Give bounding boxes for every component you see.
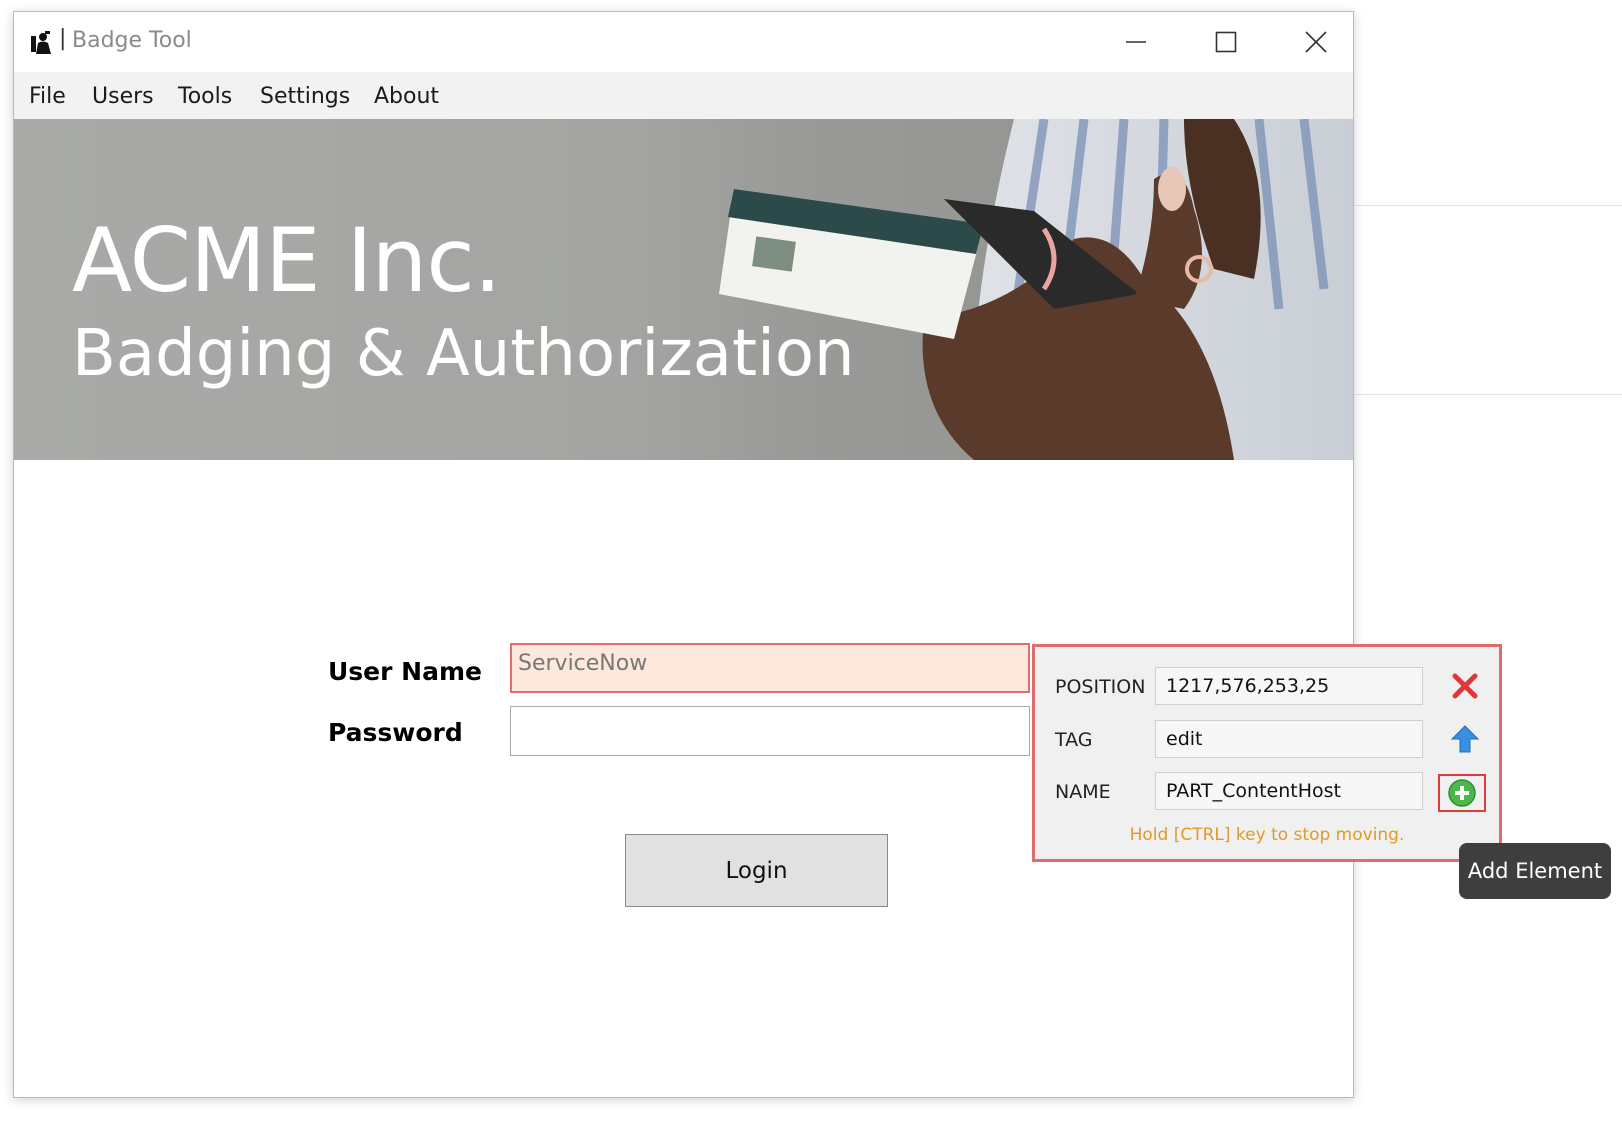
menu-about[interactable]: About: [374, 84, 439, 109]
menu-users[interactable]: Users: [92, 84, 154, 109]
banner-company-name: ACME Inc.: [72, 209, 502, 312]
title-bar[interactable]: | Badge Tool: [14, 12, 1353, 72]
close-icon: [1305, 31, 1327, 53]
add-element-tooltip: Add Element: [1459, 843, 1611, 899]
background-line-bottom: [1352, 394, 1622, 395]
menu-settings[interactable]: Settings: [260, 84, 350, 109]
password-input[interactable]: [510, 706, 1030, 756]
menu-tools[interactable]: Tools: [178, 84, 232, 109]
hero-banner: ACME Inc. Badging & Authorization: [14, 119, 1353, 460]
maximize-icon: [1215, 31, 1237, 53]
username-label: User Name: [328, 657, 482, 686]
login-button[interactable]: Login: [625, 834, 888, 907]
up-arrow-icon: [1450, 725, 1480, 753]
close-button[interactable]: [1286, 22, 1346, 62]
element-inspector-panel: POSITION 1217,576,253,25 TAG edit NAME P…: [1032, 644, 1502, 862]
maximize-button[interactable]: [1196, 22, 1256, 62]
username-input[interactable]: ServiceNow: [510, 643, 1030, 693]
minimize-icon: [1126, 41, 1146, 43]
banner-photo-hand-card-phone: [719, 119, 1353, 460]
window-title: Badge Tool: [72, 28, 192, 53]
menu-file[interactable]: File: [29, 84, 66, 109]
position-label: POSITION: [1055, 676, 1146, 698]
position-field[interactable]: 1217,576,253,25: [1155, 667, 1423, 705]
badge-tool-window: | Badge Tool File Users Tools Settings A…: [13, 11, 1354, 1098]
tag-field[interactable]: edit: [1155, 720, 1423, 758]
remove-element-button[interactable]: [1448, 669, 1482, 703]
tag-label: TAG: [1055, 729, 1093, 751]
password-label: Password: [328, 718, 463, 747]
background-line-top: [1352, 205, 1622, 206]
menu-bar: File Users Tools Settings About: [14, 72, 1353, 119]
drag-hint-text: Hold [CTRL] key to stop moving.: [1129, 825, 1405, 845]
green-plus-icon: [1448, 779, 1476, 807]
red-x-icon: [1452, 673, 1478, 699]
title-separator: |: [59, 26, 67, 51]
name-field[interactable]: PART_ContentHost: [1155, 772, 1423, 810]
app-badge-icon: [31, 31, 51, 54]
banner-subtitle: Badging & Authorization: [72, 317, 855, 391]
select-parent-button[interactable]: [1448, 722, 1482, 756]
name-label: NAME: [1055, 781, 1111, 803]
minimize-button[interactable]: [1106, 22, 1166, 62]
add-element-button[interactable]: [1438, 774, 1486, 812]
